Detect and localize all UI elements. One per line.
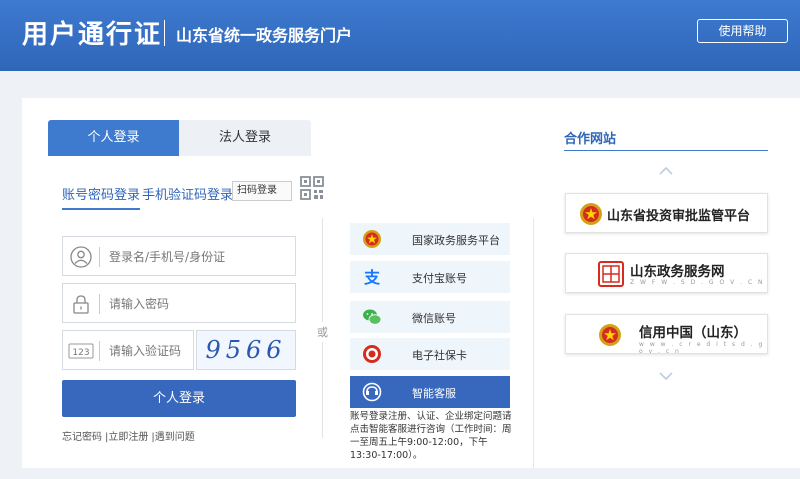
register-link[interactable]: |立即注册 bbox=[105, 432, 148, 443]
field-divider bbox=[99, 294, 100, 314]
brand-title: 用户通行证 bbox=[22, 20, 163, 50]
header: 用户通行证 山东省统一政务服务门户 使用帮助 bbox=[0, 0, 800, 71]
partner-sites-title: 合作网站 bbox=[564, 132, 617, 147]
login-national-platform[interactable]: 国家政务服务平台 bbox=[350, 223, 510, 255]
partner-credit-china-shandong[interactable]: 信用中国（山东） w w w . c r e d i t s d . g o v… bbox=[565, 314, 768, 355]
partner-url: w w w . c r e d i t s d . g o v . c n bbox=[639, 341, 765, 355]
alipay-icon: 支 bbox=[363, 268, 381, 287]
user-icon bbox=[70, 246, 92, 268]
wechat-icon bbox=[363, 309, 382, 325]
alt-login-label: 支付宝账号 bbox=[412, 272, 467, 285]
help-button[interactable]: 使用帮助 bbox=[697, 19, 788, 43]
national-emblem-icon bbox=[580, 203, 602, 225]
password-input[interactable] bbox=[109, 293, 289, 315]
svg-text:支: 支 bbox=[363, 268, 381, 287]
captcha-image[interactable]: 9566 bbox=[196, 330, 296, 370]
password-field[interactable] bbox=[62, 283, 296, 323]
number-123-icon: 123 bbox=[68, 343, 94, 359]
social-security-icon bbox=[363, 345, 381, 363]
username-field[interactable] bbox=[62, 236, 296, 276]
problem-link[interactable]: |遇到问题 bbox=[151, 432, 194, 443]
partner-investment-platform[interactable]: 山东省投资审批监管平台 bbox=[565, 193, 768, 233]
partner-label: 山东省投资审批监管平台 bbox=[607, 209, 751, 224]
partner-label: 山东政务服务网 bbox=[630, 264, 725, 280]
or-label: 或 bbox=[317, 322, 328, 342]
subtab-sms-login[interactable]: 手机验证码登录 bbox=[142, 184, 233, 203]
tab-personal-login[interactable]: 个人登录 bbox=[48, 120, 179, 156]
partner-title-underline bbox=[564, 150, 768, 151]
alt-login-label: 智能客服 bbox=[412, 387, 456, 400]
shandong-seal-icon bbox=[598, 261, 624, 287]
national-emblem-icon bbox=[599, 324, 621, 346]
login-customer-service[interactable]: 智能客服 bbox=[350, 376, 510, 408]
lock-icon bbox=[73, 295, 89, 314]
username-input[interactable] bbox=[109, 246, 289, 268]
customer-service-icon bbox=[362, 382, 382, 402]
brand-subtitle: 山东省统一政务服务门户 bbox=[176, 26, 353, 45]
subtab-scan-login[interactable]: 扫码登录 bbox=[232, 181, 292, 201]
customer-service-note: 账号登录注册、认证、企业绑定问题请点击智能客服进行咨询（工作时间：周一至周五上午… bbox=[350, 411, 512, 461]
alt-login-label: 国家政务服务平台 bbox=[412, 234, 500, 247]
tab-legal-login[interactable]: 法人登录 bbox=[179, 120, 311, 156]
forgot-password-link[interactable]: 忘记密码 bbox=[62, 432, 102, 443]
login-card: 个人登录 法人登录 账号密码登录 手机验证码登录 扫码登录 登录名/手机号/身份… bbox=[22, 98, 800, 468]
captcha-field[interactable]: 123 bbox=[62, 330, 194, 370]
help-links: 忘记密码 |立即注册 |遇到问题 bbox=[62, 428, 198, 443]
chevron-down-icon[interactable] bbox=[658, 371, 674, 381]
national-emblem-icon bbox=[363, 230, 381, 248]
login-social-security[interactable]: 电子社保卡 bbox=[350, 338, 510, 370]
login-alipay[interactable]: 支 支付宝账号 bbox=[350, 261, 510, 293]
divider-line bbox=[533, 218, 534, 468]
qr-code-icon[interactable] bbox=[300, 176, 324, 200]
alt-login-label: 电子社保卡 bbox=[412, 349, 467, 362]
personal-login-button[interactable]: 个人登录 bbox=[62, 380, 296, 417]
field-divider bbox=[99, 247, 100, 267]
brand-divider bbox=[164, 20, 165, 46]
captcha-input[interactable] bbox=[109, 340, 189, 362]
partner-shandong-gov-service[interactable]: 山东政务服务网 Z W F W . S D . G O V . C N bbox=[565, 253, 768, 293]
captcha-icon-text: 123 bbox=[72, 348, 89, 358]
alt-login-label: 微信账号 bbox=[412, 312, 456, 325]
partner-url: Z W F W . S D . G O V . C N bbox=[630, 279, 765, 286]
field-divider bbox=[99, 341, 100, 361]
chevron-up-icon[interactable] bbox=[658, 166, 674, 176]
subtab-password-login[interactable]: 账号密码登录 bbox=[62, 184, 141, 210]
login-wechat[interactable]: 微信账号 bbox=[350, 301, 510, 333]
partner-label: 信用中国（山东） bbox=[639, 325, 747, 341]
